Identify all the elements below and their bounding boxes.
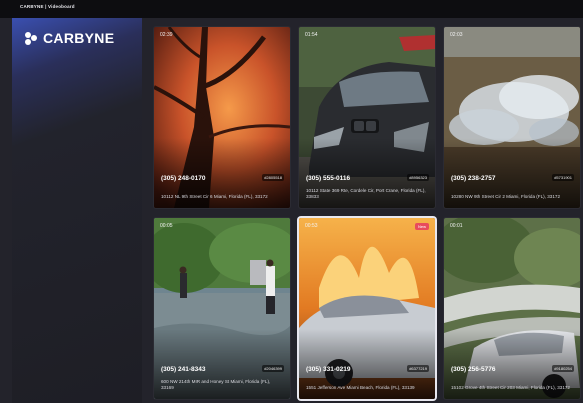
video-card[interactable]: 02:03 (305) 238-2757 #5731901 10280 NW 9… — [444, 27, 580, 208]
video-duration: 02:39 — [160, 32, 173, 38]
video-duration: 01:54 — [305, 32, 318, 38]
caller-address: 10112 State 369 Rte, Cordele Cir, Port C… — [306, 188, 426, 199]
carbyne-logo-icon — [25, 31, 38, 45]
case-id: #2805518 — [262, 174, 284, 181]
sidebar: CARBYNE — [12, 18, 142, 403]
window-title: CARBYNE | Videoboard — [20, 4, 75, 9]
video-duration: 00:05 — [160, 223, 173, 229]
caller-address: 600 NW 214th MIR and Honey St Miami, Flo… — [161, 379, 271, 390]
brand-logo[interactable]: CARBYNE — [25, 30, 114, 46]
caller-address: 15102 Grove 4th Street Cir 203 Miami, Fl… — [451, 385, 570, 390]
brand-name: CARBYNE — [43, 30, 115, 46]
caller-address: 10280 NW 9th Street Cir 2 Miami, Florida… — [451, 194, 561, 199]
case-id: #6377219 — [407, 365, 429, 372]
caller-phone: (305) 555-0116 — [306, 175, 351, 182]
caller-phone: (305) 241-8343 — [161, 366, 206, 373]
video-duration: 00:01 — [450, 223, 463, 229]
caller-phone: (305) 248-0170 — [161, 175, 206, 182]
case-id: #9180254 — [552, 365, 574, 372]
video-card-selected[interactable]: 00:53 New (305) 331-0219 #6377219 1551 J… — [299, 218, 435, 399]
caller-phone: (305) 331-0219 — [306, 366, 351, 373]
video-card[interactable]: 00:01 (305) 256-5776 #9180254 15102 Grov… — [444, 218, 580, 399]
video-duration: 00:53 — [305, 223, 318, 229]
caller-phone: (305) 238-2757 — [451, 175, 496, 182]
case-id: #5731901 — [552, 174, 574, 181]
video-card[interactable]: 01:54 (305) 555-0116 #8956323 10112 Stat… — [299, 27, 435, 208]
caller-phone: (305) 256-5776 — [451, 366, 496, 373]
video-duration: 02:03 — [450, 32, 463, 38]
case-id: #2046399 — [262, 365, 284, 372]
caller-address: 10112 NL 9th Street Cir 6 Miami, Florida… — [161, 194, 268, 199]
video-card[interactable]: 02:39 (305) 248-0170 #2805518 10112 NL 9… — [154, 27, 290, 208]
case-id: #8956323 — [407, 174, 429, 181]
video-card[interactable]: 00:05 (305) 241-8343 #2046399 600 NW 214… — [154, 218, 290, 399]
new-badge: New — [414, 223, 429, 230]
caller-address: 1551 Jefferson Ave Miami Beach, Florida … — [306, 385, 415, 390]
title-bar: CARBYNE | Videoboard — [0, 0, 583, 18]
